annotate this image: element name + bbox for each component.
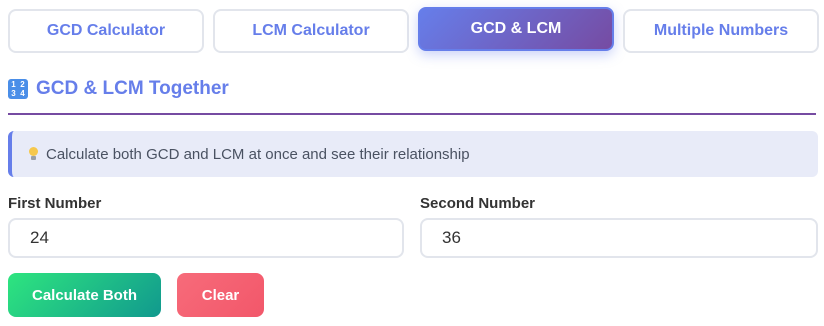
tab-gcd-lcm[interactable]: GCD & LCM (418, 7, 614, 51)
section-title-text: GCD & LCM Together (36, 78, 229, 99)
calculator-tabs: GCD Calculator LCM Calculator GCD & LCM … (8, 7, 819, 53)
calculate-both-button[interactable]: Calculate Both (8, 273, 161, 317)
tab-gcd-calculator[interactable]: GCD Calculator (8, 9, 204, 53)
tab-multiple-numbers[interactable]: Multiple Numbers (623, 9, 819, 53)
first-number-label: First Number (8, 195, 102, 212)
section-title: 1234 GCD & LCM Together (8, 78, 816, 115)
tab-lcm-calculator[interactable]: LCM Calculator (213, 9, 409, 53)
second-number-input[interactable] (420, 218, 818, 258)
clear-button[interactable]: Clear (177, 273, 264, 317)
info-box: Calculate both GCD and LCM at once and s… (8, 131, 818, 177)
second-number-label: Second Number (420, 195, 536, 212)
first-number-input[interactable] (8, 218, 404, 258)
info-text: Calculate both GCD and LCM at once and s… (46, 145, 470, 163)
numbers-1234-icon: 1234 (8, 79, 28, 99)
lightbulb-icon (28, 147, 38, 161)
